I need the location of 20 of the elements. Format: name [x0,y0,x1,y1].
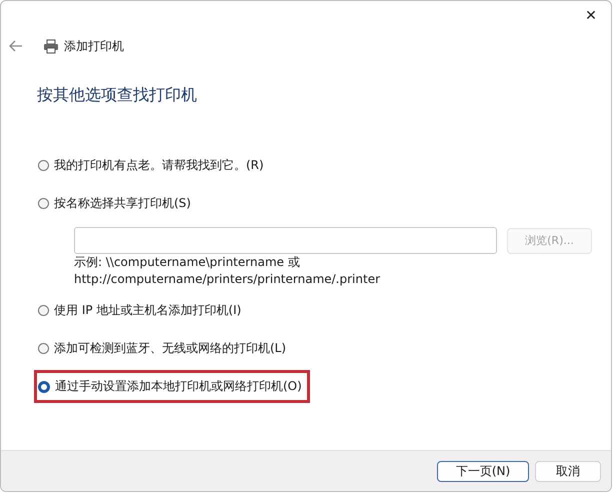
example-text: http://computername/printers/printername/.printer [74,271,382,288]
option-label[interactable]: 按名称选择共享打印机(S) [54,194,191,212]
printer-icon [43,38,59,54]
radio-button[interactable] [38,198,49,208]
example-text: 示例: \\computername\printername 或 [74,254,301,271]
radio-button[interactable] [38,342,49,354]
dialog-button[interactable]: 取消 [535,460,601,482]
close-button[interactable]: ✕ [571,1,611,31]
option-label[interactable]: 使用 IP 地址或主机名添加打印机(I) [54,302,242,318]
window-title: 添加打印机 [64,38,124,54]
page-heading: 按其他选项查找打印机 [37,85,198,106]
option-label[interactable]: 我的打印机有点老。请帮我找到它。(R) [54,156,264,174]
radio-button[interactable] [38,304,49,316]
printer-name-field[interactable] [74,227,497,254]
option-label[interactable]: 添加可检测到蓝牙、无线或网络的打印机(L) [54,340,286,356]
radio-button[interactable] [38,380,50,392]
dialog-button[interactable]: 下一页(N) [437,460,529,482]
radio-button[interactable] [38,160,49,170]
back-arrow-icon[interactable] [9,40,23,52]
option-label[interactable]: 通过手动设置添加本地打印机或网络打印机(O) [55,378,302,395]
